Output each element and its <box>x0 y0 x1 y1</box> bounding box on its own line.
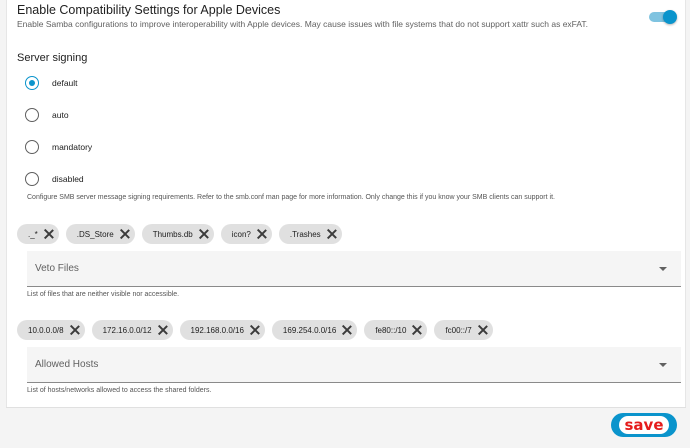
dropdown-arrow-icon[interactable] <box>659 363 667 367</box>
compat-toggle[interactable] <box>649 10 678 24</box>
radio-unchecked-icon[interactable] <box>25 172 39 186</box>
footer-divider <box>6 407 686 408</box>
dropdown-arrow-icon[interactable] <box>659 267 667 271</box>
chip-label: 192.168.0.0/16 <box>190 325 244 335</box>
chip-label: .Trashes <box>289 229 321 239</box>
chip-label: fe80::/10 <box>375 325 407 335</box>
save-label-pill: save <box>619 416 669 434</box>
chip-label: 172.16.0.0/12 <box>102 325 152 335</box>
compat-title: Enable Compatibility Settings for Apple … <box>17 3 281 17</box>
chip-label: 169.254.0.0/16 <box>282 325 337 335</box>
host-chip[interactable]: 169.254.0.0/16 <box>271 320 358 340</box>
close-icon[interactable] <box>44 229 54 239</box>
radio-option-auto[interactable]: auto <box>25 106 69 124</box>
chip-label: .DS_Store <box>76 229 114 239</box>
close-icon[interactable] <box>327 229 337 239</box>
chip-label: fc00::/7 <box>445 325 472 335</box>
server-signing-title: Server signing <box>17 52 88 64</box>
radio-unchecked-icon[interactable] <box>25 108 39 122</box>
allowed-hosts-select[interactable]: Allowed Hosts <box>27 347 681 383</box>
radio-option-disabled[interactable]: disabled <box>25 170 84 188</box>
veto-files-select[interactable]: Veto Files <box>27 251 681 287</box>
close-icon[interactable] <box>342 325 352 335</box>
close-icon[interactable] <box>199 229 209 239</box>
save-label: save <box>624 416 664 434</box>
hosts-chip-list: 10.0.0.0/8 172.16.0.0/12 192.168.0.0/16 … <box>17 320 500 340</box>
veto-chip[interactable]: .DS_Store <box>65 224 135 244</box>
save-button[interactable]: save <box>611 413 677 437</box>
close-icon[interactable] <box>158 325 168 335</box>
host-chip[interactable]: 192.168.0.0/16 <box>179 320 265 340</box>
host-chip[interactable]: fc00::/7 <box>434 320 493 340</box>
radio-option-default[interactable]: default <box>25 74 78 92</box>
radio-option-mandatory[interactable]: mandatory <box>25 138 92 156</box>
radio-unchecked-icon[interactable] <box>25 140 39 154</box>
veto-chip[interactable]: Thumbs.db <box>141 224 214 244</box>
veto-chip[interactable]: .Trashes <box>278 224 342 244</box>
server-signing-help: Configure SMB server message signing req… <box>27 194 555 201</box>
compat-description: Enable Samba configurations to improve i… <box>17 19 589 29</box>
radio-label-mandatory: mandatory <box>52 142 93 152</box>
host-chip[interactable]: fe80::/10 <box>364 320 428 340</box>
chip-label: Thumbs.db <box>152 229 193 239</box>
radio-label-disabled: disabled <box>52 174 84 184</box>
allowed-hosts-label: Allowed Hosts <box>35 359 99 370</box>
radio-checked-icon[interactable] <box>25 76 39 90</box>
close-icon[interactable] <box>70 325 80 335</box>
veto-files-help: List of files that are neither visible n… <box>27 291 180 298</box>
close-icon[interactable] <box>250 325 260 335</box>
veto-files-label: Veto Files <box>35 263 79 274</box>
close-icon[interactable] <box>257 229 267 239</box>
allowed-hosts-help: List of hosts/networks allowed to access… <box>27 387 212 394</box>
radio-label-auto: auto <box>52 110 69 120</box>
radio-label-default: default <box>52 78 78 88</box>
chip-label: icon? <box>231 229 251 239</box>
veto-chip[interactable]: icon? <box>220 224 272 244</box>
chip-label: ._* <box>28 229 38 239</box>
veto-chip[interactable]: ._* <box>17 224 59 244</box>
host-chip[interactable]: 10.0.0.0/8 <box>17 320 85 340</box>
host-chip[interactable]: 172.16.0.0/12 <box>91 320 173 340</box>
veto-chip-list: ._* .DS_Store Thumbs.db icon? .Trashes <box>17 224 349 244</box>
close-icon[interactable] <box>478 325 488 335</box>
close-icon[interactable] <box>120 229 130 239</box>
close-icon[interactable] <box>412 325 422 335</box>
settings-card: Enable Compatibility Settings for Apple … <box>6 0 686 407</box>
toggle-thumb <box>663 10 677 24</box>
chip-label: 10.0.0.0/8 <box>28 325 64 335</box>
